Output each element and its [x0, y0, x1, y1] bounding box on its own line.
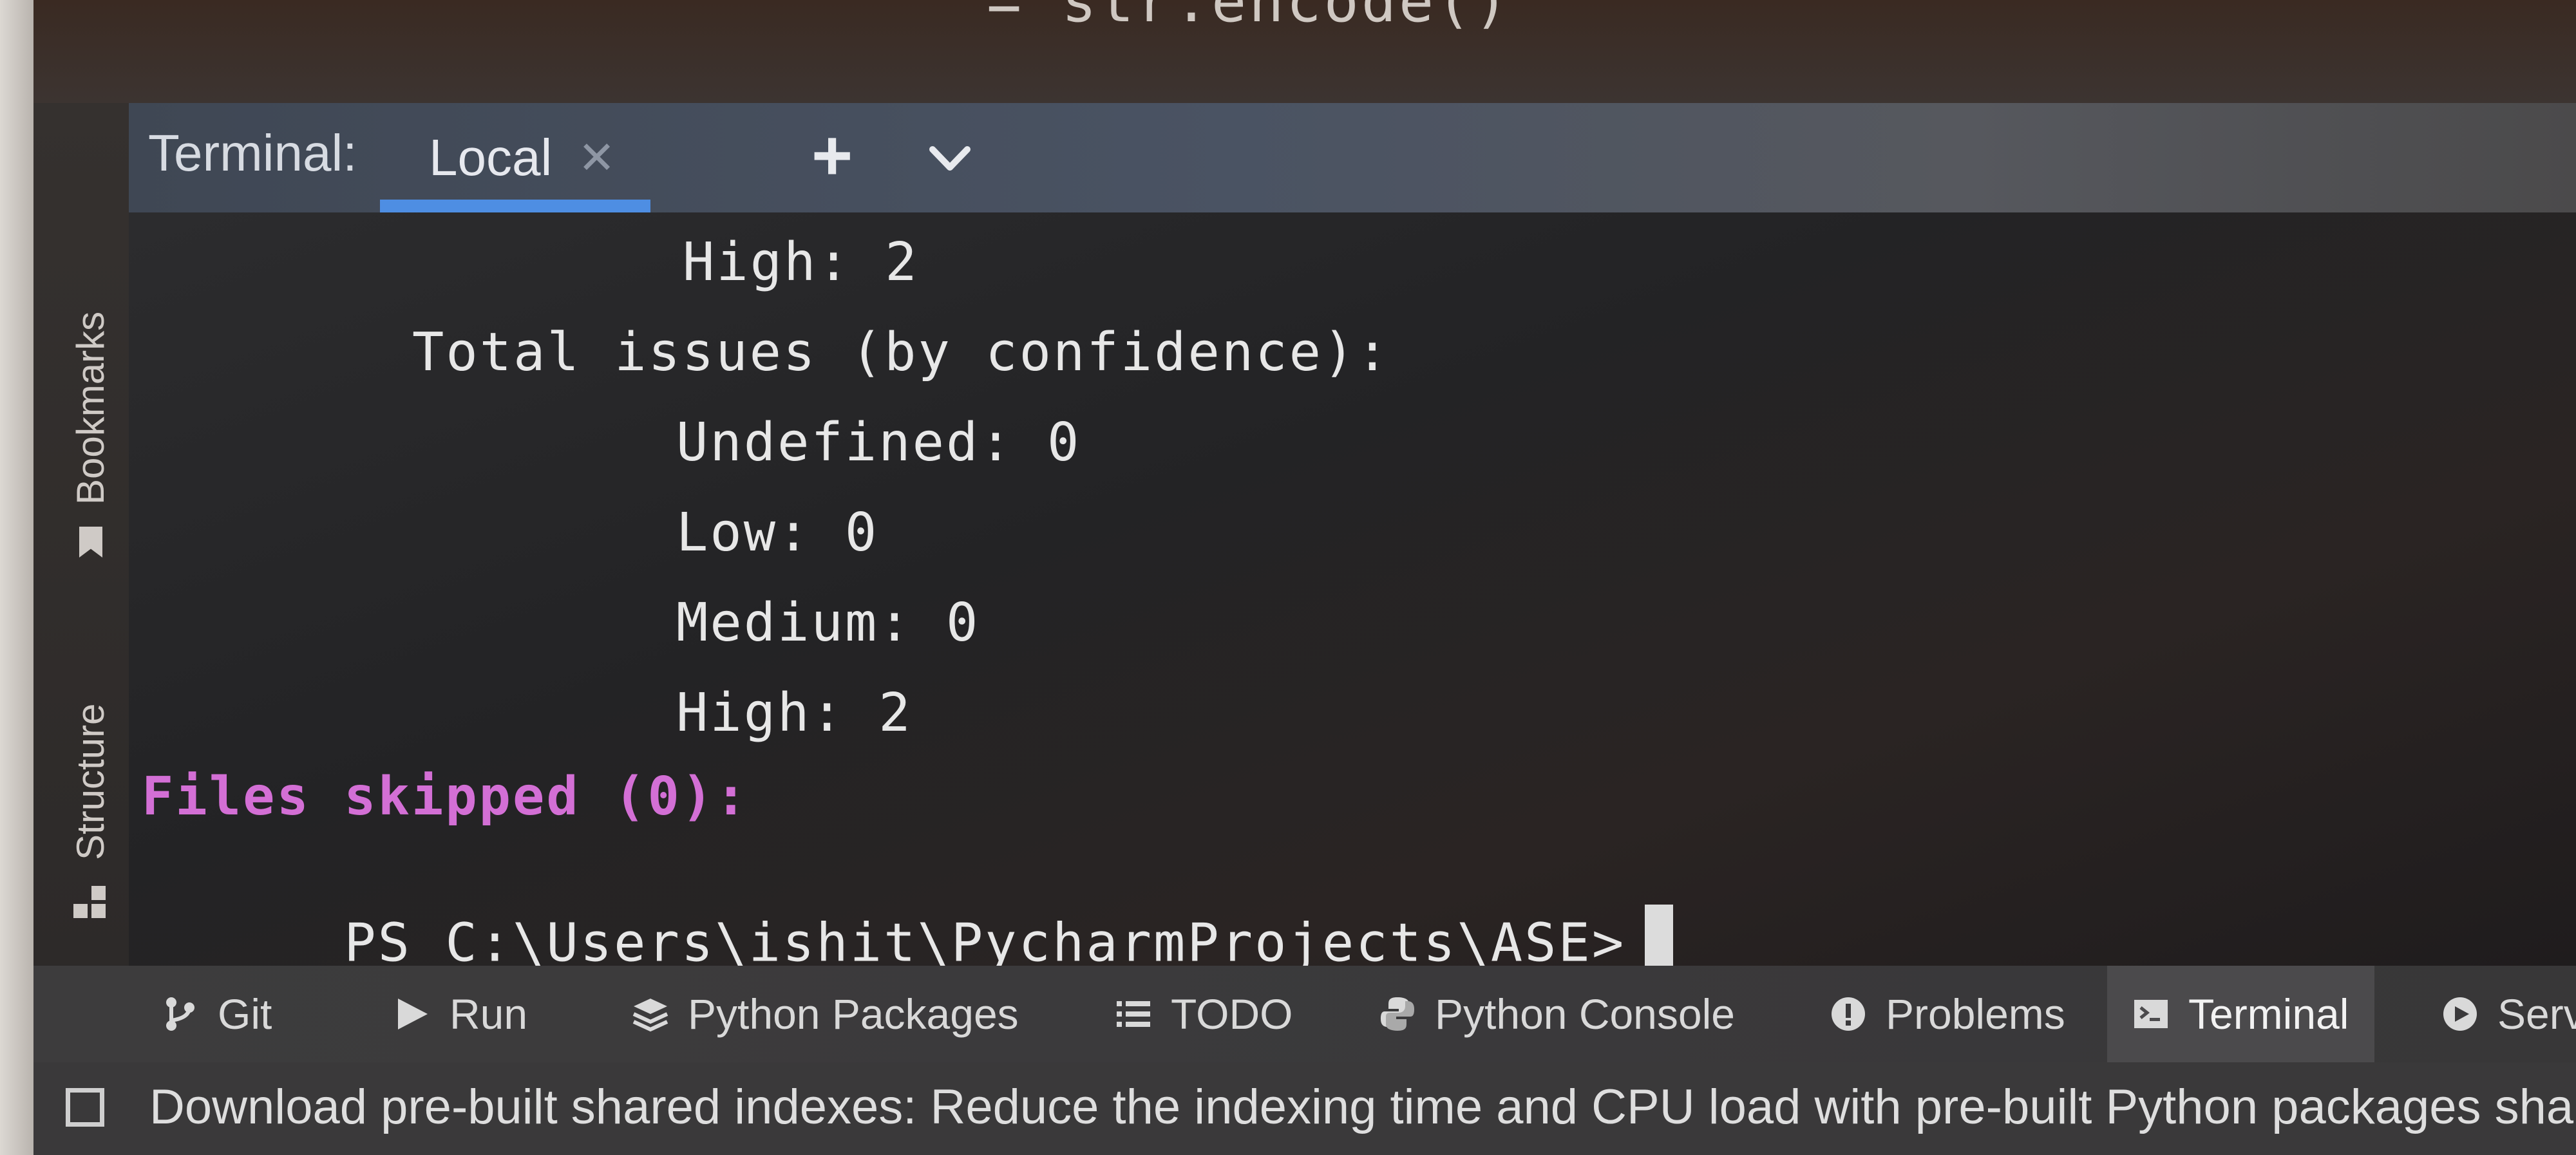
status-message[interactable]: Download pre-built shared indexes: Reduc… — [149, 1079, 2576, 1135]
toolwindow-python-packages[interactable]: Python Packages — [632, 966, 1019, 1062]
tool-window-bar: Git Run Python Packages TODO Python Cons… — [33, 966, 2576, 1062]
structure-tab-label: Structure — [69, 703, 112, 860]
services-icon — [2443, 997, 2477, 1031]
structure-tab[interactable]: Structure — [68, 704, 113, 921]
screen: = str.encode() Bookmarks Structure Termi… — [0, 0, 2576, 1155]
terminal-line: Total issues (by confidence): — [412, 322, 1390, 383]
run-icon — [398, 999, 428, 1029]
toolwindow-git[interactable]: Git — [162, 966, 272, 1062]
toolwindow-terminal[interactable]: Terminal — [2107, 966, 2375, 1062]
layers-icon — [632, 999, 668, 1032]
close-icon[interactable]: ✕ — [578, 131, 616, 184]
terminal-line: High: 2 — [676, 682, 913, 744]
tool-windows-toggle-icon[interactable] — [66, 1088, 104, 1127]
toolwindow-problems-label: Problems — [1886, 990, 2065, 1038]
editor-area[interactable]: = str.encode() — [33, 0, 2576, 103]
terminal-line: Medium: 0 — [676, 592, 980, 653]
toolwindow-run-label: Run — [450, 990, 528, 1038]
files-skipped-line: Files skipped (0): — [142, 766, 749, 827]
warning-icon — [1832, 997, 1865, 1031]
terminal-line: High: 2 — [683, 232, 919, 293]
terminal-icon — [2134, 1000, 2168, 1028]
toolwindow-python-console[interactable]: Python Console — [1379, 966, 1735, 1062]
git-icon — [166, 997, 194, 1031]
python-icon — [1381, 997, 1414, 1031]
bookmark-icon — [79, 527, 102, 558]
structure-icon — [73, 886, 108, 921]
list-icon — [1117, 1001, 1150, 1027]
bookmarks-tab-label: Bookmarks — [69, 311, 112, 505]
terminal-line: Undefined: 0 — [676, 412, 1081, 473]
terminal-output[interactable]: High: 2 Total issues (by confidence): Un… — [129, 212, 2576, 988]
toolwindow-services[interactable]: Servic — [2442, 966, 2576, 1062]
editor-code-fragment: = str.encode() — [987, 0, 1511, 35]
status-bar: Download pre-built shared indexes: Reduc… — [33, 1062, 2576, 1155]
chevron-down-icon[interactable] — [927, 135, 972, 180]
toolwindow-python-packages-label: Python Packages — [688, 990, 1019, 1038]
prompt-path: PS C:\Users\ishit\PycharmProjects\ASE> — [344, 912, 1626, 974]
toolwindow-git-label: Git — [218, 990, 272, 1038]
add-tab-button[interactable]: + — [811, 115, 853, 196]
tab-local-label: Local — [429, 129, 553, 186]
toolwindow-problems[interactable]: Problems — [1830, 966, 2065, 1062]
terminal-header: Terminal: Local ✕ + — [129, 103, 2576, 212]
toolwindow-run[interactable]: Run — [394, 966, 527, 1062]
tab-local[interactable]: Local ✕ — [380, 103, 650, 212]
toolwindow-services-label: Servic — [2497, 990, 2576, 1038]
terminal-title: Terminal: — [148, 124, 357, 182]
toolwindow-todo-label: TODO — [1171, 990, 1293, 1038]
toolwindow-python-console-label: Python Console — [1435, 990, 1735, 1038]
active-tab-indicator — [380, 200, 650, 212]
monitor-bezel — [0, 0, 33, 1155]
left-tool-stripe: Bookmarks Structure — [33, 103, 129, 966]
toolwindow-todo[interactable]: TODO — [1115, 966, 1293, 1062]
bookmarks-tab[interactable]: Bookmarks — [68, 312, 113, 554]
toolwindow-terminal-label: Terminal — [2188, 990, 2349, 1038]
terminal-line: Low: 0 — [676, 502, 879, 563]
